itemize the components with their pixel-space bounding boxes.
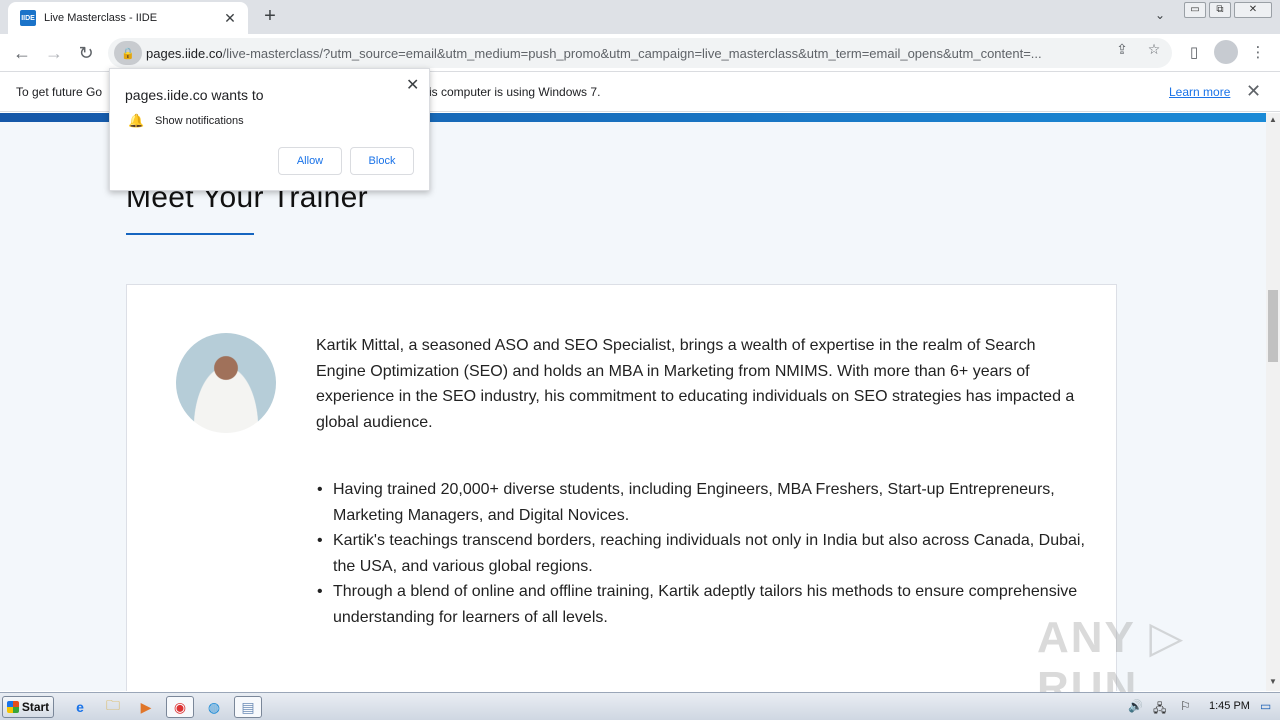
iide-favicon-icon: IIDE (20, 10, 36, 26)
tab-search-icon[interactable]: ⌄ (1150, 8, 1170, 26)
address-bar[interactable]: 🔒 pages.iide.co/live-masterclass/?utm_so… (108, 38, 1172, 68)
page-content: Meet Your Trainer Kartik Mittal, a seaso… (0, 113, 1266, 691)
browser-toolbar: ← → ↻ 🔒 pages.iide.co/live-masterclass/?… (0, 34, 1280, 72)
windows-taskbar: Start e 🗀 ▶ ◉ ◍ ▤ 🔊 🖧 ⚐ 1:45 PM ▭ (0, 692, 1280, 720)
window-close-button[interactable]: ✕ (1234, 2, 1272, 18)
window-restore-button[interactable]: ⧉ (1209, 2, 1231, 18)
start-button[interactable]: Start (2, 696, 54, 718)
taskbar-clock[interactable]: 1:45 PM (1209, 700, 1250, 712)
tab-title: Live Masterclass - IIDE (44, 12, 158, 24)
popup-close-icon[interactable]: ✕ (406, 75, 419, 95)
learn-more-link[interactable]: Learn more (1169, 85, 1230, 99)
tab-strip: IIDE Live Masterclass - IIDE ✕ + ⌄ ▭ ⧉ ✕ (0, 0, 1280, 34)
start-label: Start (21, 700, 50, 714)
tab-close-icon[interactable]: ✕ (222, 10, 238, 27)
allow-button[interactable]: Allow (278, 147, 342, 175)
new-tab-button[interactable]: + (258, 5, 282, 29)
block-button[interactable]: Block (350, 147, 414, 175)
volume-icon[interactable]: 🔊 (1128, 699, 1143, 713)
chrome-taskbar-icon[interactable]: ◉ (166, 696, 194, 718)
tab-live-masterclass[interactable]: IIDE Live Masterclass - IIDE ✕ (8, 2, 248, 34)
action-center-flag-icon[interactable]: ⚐ (1180, 699, 1191, 713)
file-explorer-icon[interactable]: 🗀 (99, 696, 127, 718)
chrome-menu-icon[interactable]: ⋮ (1246, 41, 1270, 65)
page-scrollbar[interactable]: ▲ ▼ (1266, 113, 1280, 691)
highlight-item: Kartik's teachings transcend borders, re… (316, 528, 1086, 579)
edge-icon[interactable]: ◍ (200, 696, 228, 718)
share-icon[interactable]: ⇪ (1113, 41, 1131, 58)
scroll-up-arrow-icon[interactable]: ▲ (1266, 115, 1280, 127)
side-panel-icon[interactable]: ▯ (1182, 41, 1206, 65)
reload-button[interactable]: ↻ (74, 41, 98, 65)
notification-permission-popup: pages.iide.co wants to ✕ 🔔 Show notifica… (109, 68, 430, 191)
trainer-bio: Kartik Mittal, a seasoned ASO and SEO Sp… (316, 337, 1075, 431)
highlight-item: Having trained 20,000+ diverse students,… (316, 477, 1086, 528)
show-desktop-icon[interactable]: ▭ (1260, 699, 1271, 713)
profile-avatar-icon[interactable] (1214, 40, 1238, 64)
scroll-thumb[interactable] (1268, 290, 1278, 362)
heading-underline (126, 233, 254, 235)
bell-icon: 🔔 (128, 113, 145, 128)
trainer-card: Kartik Mittal, a seasoned ASO and SEO Sp… (126, 284, 1117, 691)
window-minimize-button[interactable]: ▭ (1184, 2, 1206, 18)
bookmark-star-icon[interactable]: ☆ (1145, 41, 1163, 58)
windows-logo-icon (6, 701, 19, 713)
network-icon[interactable]: 🖧 (1153, 699, 1166, 720)
permission-label: Show notifications (155, 115, 244, 127)
popup-title: pages.iide.co wants to (125, 87, 264, 103)
trainer-photo (176, 333, 276, 433)
trainer-highlights: Having trained 20,000+ diverse students,… (316, 477, 1086, 631)
lock-icon[interactable]: 🔒 (114, 41, 142, 65)
forward-button[interactable]: → (42, 41, 66, 65)
notepad-icon[interactable]: ▤ (234, 696, 262, 718)
infobar-text-end: is computer is using Windows 7. (429, 85, 601, 99)
internet-explorer-icon[interactable]: e (66, 696, 94, 718)
infobar-text-start: To get future Go (16, 85, 103, 99)
media-player-icon[interactable]: ▶ (132, 696, 160, 718)
infobar-close-icon[interactable]: ✕ (1246, 81, 1261, 102)
highlight-item: Through a blend of online and offline tr… (316, 579, 1086, 630)
back-button[interactable]: ← (10, 41, 34, 65)
url-text[interactable]: pages.iide.co/live-masterclass/?utm_sour… (146, 46, 1106, 61)
